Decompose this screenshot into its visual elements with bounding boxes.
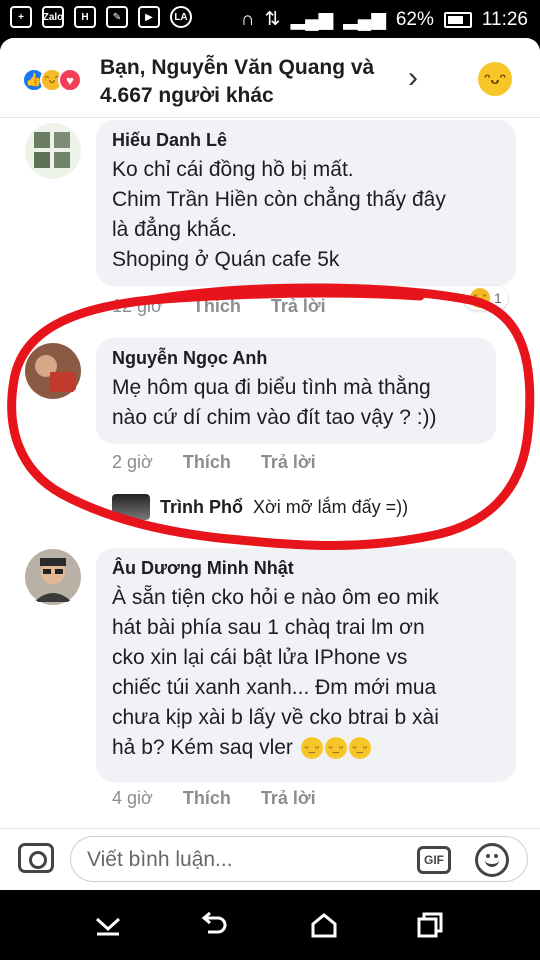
unamused-emoji-icon: ᵕ_ᵕ (300, 737, 323, 760)
youtube-icon: ▶ (138, 6, 160, 28)
comment-reaction-count[interactable]: ᵔᴗᵔ 1 (464, 286, 508, 310)
unamused-emoji-icon: ᵕ_ᵕ (348, 737, 371, 760)
comment-author[interactable]: Âu Dương Minh Nhật (112, 558, 502, 579)
recent-apps-icon[interactable] (414, 910, 446, 940)
battery-percent: 62% (395, 8, 434, 30)
comment-time: 4 giờ (112, 788, 153, 808)
comment-time: 2 giờ (112, 452, 153, 472)
battery-icon (443, 11, 472, 28)
unamused-emoji-icon: ᵕ_ᵕ (324, 737, 347, 760)
status-bar-right: ∩ ⇅ ▂▄▆ ▂▄▆ 62% 11:26 (241, 8, 528, 31)
comments-list: Hiếu Danh Lê Ko chỉ cái đồng hồ bị mất. … (0, 118, 540, 828)
comment-time: 12 giờ (112, 296, 163, 316)
system-navigation-bar (0, 890, 540, 960)
avatar (112, 494, 150, 520)
home-icon[interactable] (308, 910, 340, 940)
reply-author[interactable]: Trình Phổ (160, 497, 243, 518)
comment-author[interactable]: Nguyễn Ngọc Anh (112, 348, 482, 369)
like-button[interactable]: Thích (183, 452, 231, 473)
data-arrows-icon: ⇅ (264, 9, 281, 30)
signal-1-icon: ▂▄▆ (290, 9, 334, 30)
avatar[interactable] (24, 122, 82, 180)
comment-input-container[interactable]: GIF (70, 836, 528, 882)
love-reaction-icon: ♥ (58, 68, 82, 92)
la-icon: LA (170, 6, 192, 28)
clock: 11:26 (481, 8, 528, 30)
reply-button[interactable]: Trả lời (261, 452, 316, 473)
zalo-icon: Zalo (42, 6, 64, 28)
like-button[interactable]: Thích (183, 788, 231, 809)
hide-keyboard-icon[interactable] (92, 910, 124, 940)
comment-input[interactable] (87, 846, 407, 874)
comment-text: Mẹ hôm qua đi biểu tình mà thằng nào cứ … (112, 376, 437, 429)
comments-sheet: 👍 ᵔᴗᵔ ♥ Bạn, Nguyễn Văn Quang và 4.667 n… (0, 38, 540, 890)
plus-icon: + (10, 6, 32, 28)
leaf-icon: ✎ (106, 6, 128, 28)
emoji-picker-icon[interactable] (475, 843, 509, 877)
camera-icon[interactable] (18, 843, 54, 873)
avatar[interactable] (24, 548, 82, 606)
comment-text: À sẵn tiện cko hỏi e nào ôm eo mik hát b… (112, 586, 439, 760)
chevron-right-icon[interactable]: › (408, 63, 418, 93)
status-bar-left: + Zalo H ✎ ▶ LA (10, 6, 192, 28)
comment-composer: GIF (0, 828, 540, 890)
reply-button[interactable]: Trả lời (271, 296, 326, 317)
comment-actions: 2 giờ Thích Trả lời (112, 452, 316, 473)
comment-bubble[interactable]: Âu Dương Minh Nhật À sẵn tiện cko hỏi e … (96, 548, 516, 782)
reply-text: Xời mỡ lắm đấy =)) (253, 496, 409, 517)
like-button[interactable]: Thích (193, 296, 241, 317)
avatar[interactable] (24, 342, 82, 400)
h-icon: H (74, 6, 96, 28)
reaction-icons: 👍 ᵔᴗᵔ ♥ (22, 68, 102, 92)
reply-preview[interactable]: Trình Phổ Xời mỡ lắm đấy =)) (112, 494, 408, 520)
headphones-icon: ∩ (240, 8, 255, 30)
reply-button[interactable]: Trả lời (261, 788, 316, 809)
comment-text: Ko chỉ cái đồng hồ bị mất. Chim Trần Hiề… (112, 158, 446, 271)
comment-actions: 12 giờ Thích Trả lời (112, 296, 326, 317)
haha-react-button-icon[interactable]: ᵔᴗᵔ (478, 62, 512, 96)
comment-bubble[interactable]: Hiếu Danh Lê Ko chỉ cái đồng hồ bị mất. … (96, 120, 516, 286)
comment-author[interactable]: Hiếu Danh Lê (112, 130, 502, 151)
signal-2-icon: ▂▄▆ (343, 9, 386, 30)
comment-bubble[interactable]: Nguyễn Ngọc Anh Mẹ hôm qua đi biểu tình … (96, 338, 496, 444)
back-icon[interactable] (198, 910, 230, 940)
comment-actions: 4 giờ Thích Trả lời (112, 788, 316, 809)
reactions-summary[interactable]: Bạn, Nguyễn Văn Quang và 4.667 người khá… (100, 54, 400, 110)
status-bar: + Zalo H ✎ ▶ LA ∩ ⇅ ▂▄▆ ▂▄▆ 62% 11:26 (0, 0, 540, 38)
gif-button[interactable]: GIF (417, 846, 451, 874)
haha-reaction-icon: ᵔᴗᵔ (470, 288, 490, 308)
reactions-header[interactable]: 👍 ᵔᴗᵔ ♥ Bạn, Nguyễn Văn Quang và 4.667 n… (0, 38, 540, 118)
